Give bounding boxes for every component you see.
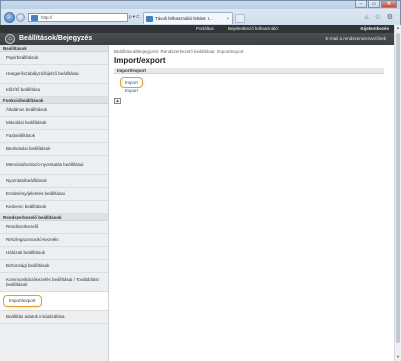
sidebar-item-label: Másolási beállítások <box>6 120 47 126</box>
sidebar-item-volume-display[interactable]: Hangerőszabályzó/kijelző beállításai <box>0 65 108 84</box>
scroll-thumb[interactable] <box>396 33 400 343</box>
sidebar-item-import-export[interactable]: Import/export <box>0 292 108 311</box>
sidebar-item-label: Rendszerkezelő <box>6 224 39 230</box>
sidebar-item-label: Általános beállítások <box>6 107 48 113</box>
scroll-up-icon[interactable]: ▲ <box>395 25 401 32</box>
sidebar-section-title: Rendszerkezelő beállítások <box>0 214 108 221</box>
scroll-down-icon[interactable]: ▼ <box>395 354 401 361</box>
tab-title: Távoli felhasználói felület: I... <box>155 16 213 21</box>
sidebar-item-communication[interactable]: Kommunikációkezelés beállításai / Tovább… <box>0 273 108 292</box>
sidebar-item-general[interactable]: Általános beállítások <box>0 104 108 117</box>
tab-favicon-icon <box>146 16 153 22</box>
import-export-links: Import Export <box>114 74 389 95</box>
export-link[interactable]: Export <box>125 88 138 93</box>
tab-close-icon[interactable]: × <box>226 13 229 24</box>
sidebar-item-label: Memóriahordozó-nyomtatás beállításai <box>6 162 84 168</box>
sidebar-item-label: Hangerőszabályzó/kijelző beállításai <box>6 71 79 77</box>
sidebar-item-copy[interactable]: Másolási beállítások <box>0 117 108 130</box>
arrow-left-icon: ← <box>6 14 13 21</box>
import-link[interactable]: Import <box>120 77 143 88</box>
vertical-scrollbar[interactable]: ▲ ▼ <box>394 25 401 361</box>
site-favicon-icon <box>31 15 38 21</box>
sidebar-item-label: Kommunikációkezelés beállításai / Tovább… <box>6 276 99 288</box>
sidebar-item-printer[interactable]: Nyomtatóbeállítások <box>0 175 108 188</box>
sidebar-item-label: Biztonsági beállítások <box>6 263 50 269</box>
home-icon[interactable]: ⌂ <box>5 34 15 44</box>
page-title: Import/export <box>114 56 166 65</box>
sidebar: Beállítások Papírbeállítások Hangerőszab… <box>0 45 109 361</box>
address-bar[interactable]: http:// <box>28 13 128 22</box>
header-top-bar: Portáltus Bejelentkező felhasználó: Kije… <box>0 25 394 33</box>
main-content: Beállítások/Bejegyzés: Rendszerkezelő be… <box>114 45 389 104</box>
sidebar-item-memory-media-print[interactable]: Memóriahordozó-nyomtatás beállításai <box>0 156 108 175</box>
sidebar-section-title: Beállítások <box>0 45 108 52</box>
address-text: http:// <box>41 15 53 20</box>
site-header: ⌂ Beállítások/Bejegyzés E-mail a rendsze… <box>0 33 394 45</box>
sidebar-item-label: Import/export <box>3 295 42 307</box>
site-title: Beállítások/Bejegyzés <box>19 35 93 42</box>
minimize-button[interactable]: – <box>355 1 367 8</box>
title-bar: – ▭ ✕ <box>1 1 400 9</box>
sidebar-item-timer[interactable]: Időzítő beállítása <box>0 84 108 97</box>
sidebar-item-department-id[interactable]: Részlegazonosító-kezelés <box>0 234 108 247</box>
sidebar-item-system-manager[interactable]: Rendszerkezelő <box>0 221 108 234</box>
sidebar-item-fax[interactable]: Faxbeállítások <box>0 130 108 143</box>
sidebar-item-security[interactable]: Biztonsági beállítások <box>0 260 108 273</box>
logged-in-user-label: Bejelentkező felhasználó: <box>228 26 280 31</box>
sidebar-item-result-report[interactable]: Eredmény/jelentés beállításai <box>0 188 108 201</box>
sidebar-item-initialize[interactable]: Beállítás adatok inicializálása <box>0 311 108 324</box>
new-tab-button[interactable] <box>235 14 245 23</box>
sidebar-item-scan[interactable]: Beolvasási beállítások <box>0 143 108 156</box>
browser-toolbar: ← → http:// ρ ▾ C Távoli felhasználói fe… <box>1 9 400 26</box>
sidebar-item-label: Faxbeállítások <box>6 133 36 139</box>
logout-link[interactable]: Kijelentkezés <box>360 25 389 33</box>
sidebar-item-label: Papírbeállítások <box>6 55 39 61</box>
sidebar-item-label: Beolvasási beállítások <box>6 146 51 152</box>
forward-button[interactable]: → <box>16 13 25 22</box>
back-button[interactable]: ← <box>4 12 15 23</box>
sidebar-item-label: Hálózati beállítások <box>6 250 46 256</box>
mail-admin-link[interactable]: E-mail a rendszerszervezőnek <box>325 35 386 43</box>
to-top-button[interactable]: ▲ <box>114 98 121 104</box>
browser-tab[interactable]: Távoli felhasználói felület: I... × <box>143 12 233 24</box>
sidebar-item-label: Eredmény/jelentés beállításai <box>6 191 65 197</box>
sidebar-item-label: Nyomtatóbeállítások <box>6 178 47 184</box>
sidebar-item-favorites[interactable]: Kedvenc beállítások <box>0 201 108 214</box>
sidebar-item-label: Beállítás adatok inicializálása <box>6 314 65 320</box>
browser-icons[interactable]: ⌂ ☆ ⚙ <box>364 13 395 21</box>
address-tools[interactable]: ρ ▾ C <box>129 14 140 20</box>
sidebar-item-label: Részlegazonosító-kezelés <box>6 237 59 243</box>
sidebar-item-label: Időzítő beállítása <box>6 87 41 93</box>
sidebar-item-network[interactable]: Hálózati beállítások <box>0 247 108 260</box>
breadcrumb: Beállítások/Bejegyzés: Rendszerkezelő be… <box>114 49 244 54</box>
maximize-button[interactable]: ▭ <box>368 1 380 8</box>
web-page: Portáltus Bejelentkező felhasználó: Kije… <box>0 25 394 361</box>
arrow-right-icon: → <box>17 14 24 20</box>
window-controls: – ▭ ✕ <box>355 1 397 8</box>
sidebar-item-label: Kedvenc beállítások <box>6 204 47 210</box>
sidebar-section-title: Funkcióbeállítások <box>0 97 108 104</box>
close-button[interactable]: ✕ <box>381 1 397 8</box>
sidebar-item-paper-settings[interactable]: Papírbeállítások <box>0 52 108 65</box>
portal-link[interactable]: Portáltus <box>196 25 214 33</box>
